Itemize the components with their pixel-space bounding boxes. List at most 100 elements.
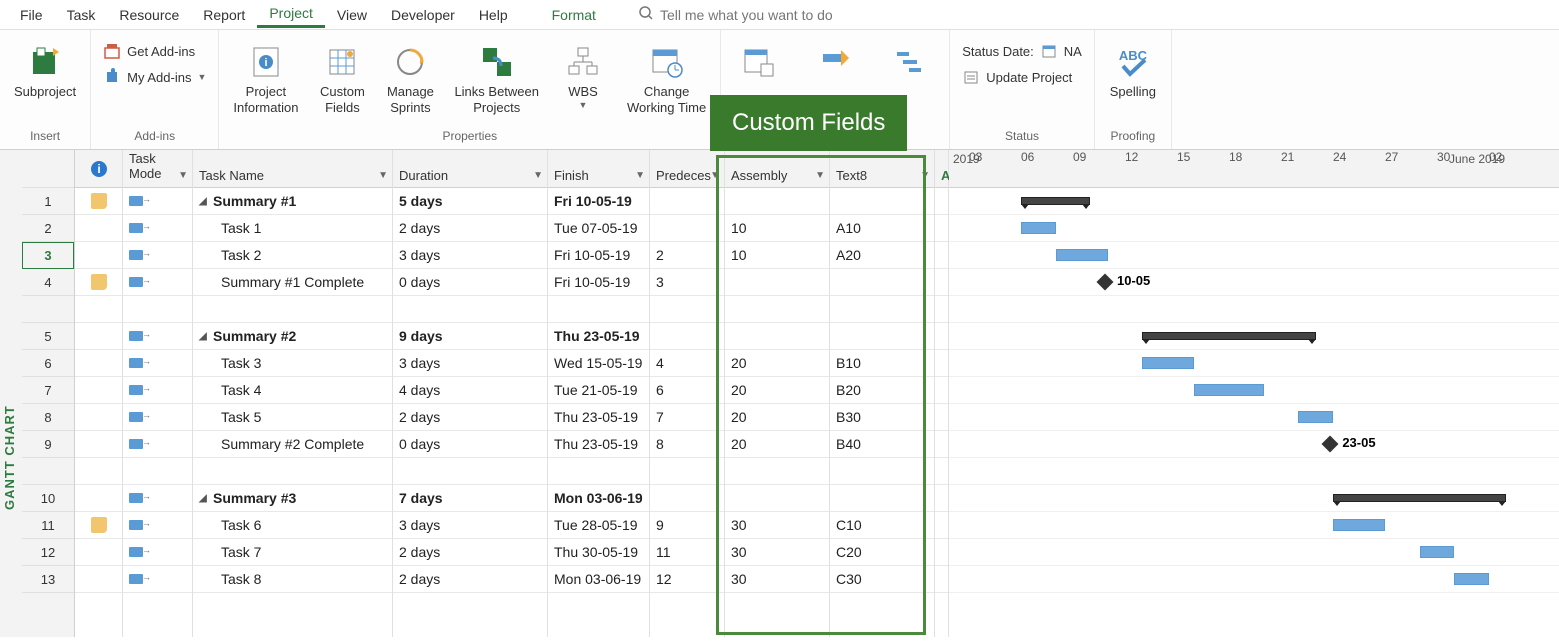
collapse-icon[interactable]: ◢ xyxy=(199,196,209,207)
menu-file[interactable]: File xyxy=(8,3,55,27)
row-number[interactable]: 9 xyxy=(22,431,74,458)
gantt-milestone[interactable] xyxy=(1322,436,1339,453)
gantt-task-bar[interactable] xyxy=(1142,357,1194,369)
duration-cell[interactable]: 3 days xyxy=(393,242,547,269)
task-name-cell[interactable]: ◢Summary #2 xyxy=(193,323,392,350)
gantt-milestone[interactable] xyxy=(1097,274,1114,291)
duration-cell[interactable]: 3 days xyxy=(393,350,547,377)
row-header-corner[interactable] xyxy=(22,150,74,188)
row-number[interactable]: 4 xyxy=(22,269,74,296)
duration-cell[interactable]: 2 days xyxy=(393,404,547,431)
duration-cell[interactable]: 2 days xyxy=(393,539,547,566)
predecessors-cell[interactable]: 4 xyxy=(650,350,724,377)
finish-cell[interactable]: Thu 23-05-19 xyxy=(548,323,649,350)
task-name-cell[interactable]: Task 7 xyxy=(193,539,392,566)
indicator-cell[interactable] xyxy=(75,539,122,566)
task-name-cell[interactable]: Task 8 xyxy=(193,566,392,593)
update-project-button[interactable]: Update Project xyxy=(958,66,1086,88)
indicator-header[interactable]: i xyxy=(75,150,122,188)
finish-cell[interactable]: Fri 10-05-19 xyxy=(548,269,649,296)
gantt-task-bar[interactable] xyxy=(1194,384,1263,396)
indicator-cell[interactable] xyxy=(75,431,122,458)
header-finish[interactable]: Finish▼ xyxy=(548,150,649,188)
gantt-task-bar[interactable] xyxy=(1454,573,1489,585)
gantt-row[interactable] xyxy=(949,485,1559,512)
gantt-task-bar[interactable] xyxy=(1056,249,1108,261)
gantt-row[interactable] xyxy=(949,566,1559,593)
gantt-row[interactable] xyxy=(949,242,1559,269)
row-number[interactable]: 3 xyxy=(22,242,74,269)
assembly-cell[interactable]: 10 xyxy=(725,215,829,242)
row-number[interactable]: 8 xyxy=(22,404,74,431)
row-number[interactable]: 5 xyxy=(22,323,74,350)
header-predecessors[interactable]: Predeces▼ xyxy=(650,150,724,188)
gantt-summary-bar[interactable] xyxy=(1142,332,1315,340)
row-number[interactable]: 2 xyxy=(22,215,74,242)
finish-cell[interactable]: Mon 03-06-19 xyxy=(548,566,649,593)
predecessors-cell[interactable] xyxy=(650,188,724,215)
manage-sprints-button[interactable]: Manage Sprints xyxy=(380,40,440,117)
duration-cell[interactable]: 2 days xyxy=(393,566,547,593)
task-mode-cell[interactable] xyxy=(123,539,192,566)
assembly-cell[interactable] xyxy=(725,188,829,215)
predecessors-cell[interactable]: 3 xyxy=(650,269,724,296)
indicator-cell[interactable] xyxy=(75,404,122,431)
gantt-row[interactable] xyxy=(949,404,1559,431)
assembly-cell[interactable] xyxy=(725,269,829,296)
gantt-row[interactable] xyxy=(949,323,1559,350)
task-mode-cell[interactable] xyxy=(123,188,192,215)
indicator-cell[interactable] xyxy=(75,215,122,242)
task-name-cell[interactable]: ◢Summary #1 xyxy=(193,188,392,215)
links-between-button[interactable]: Links Between Projects xyxy=(448,40,545,117)
extra-cell[interactable] xyxy=(935,215,948,242)
text8-cell[interactable] xyxy=(830,269,934,296)
change-working-time-button[interactable]: Change Working Time xyxy=(621,40,712,117)
text8-cell[interactable]: C10 xyxy=(830,512,934,539)
menu-help[interactable]: Help xyxy=(467,3,520,27)
project-information-button[interactable]: i Project Information xyxy=(227,40,304,117)
row-number[interactable]: 13 xyxy=(22,566,74,593)
task-name-cell[interactable]: Task 6 xyxy=(193,512,392,539)
get-addins-button[interactable]: Get Add-ins xyxy=(99,40,210,62)
predecessors-cell[interactable] xyxy=(650,485,724,512)
header-task-mode[interactable]: Task Mode▼ xyxy=(123,150,192,188)
text8-cell[interactable]: A10 xyxy=(830,215,934,242)
status-date-field[interactable]: Status Date: NA xyxy=(958,40,1086,62)
predecessors-cell[interactable]: 6 xyxy=(650,377,724,404)
task-mode-cell[interactable] xyxy=(123,215,192,242)
row-number[interactable]: 7 xyxy=(22,377,74,404)
assembly-cell[interactable]: 20 xyxy=(725,431,829,458)
text8-cell[interactable]: A20 xyxy=(830,242,934,269)
text8-cell[interactable]: B40 xyxy=(830,431,934,458)
task-name-cell[interactable]: Task 3 xyxy=(193,350,392,377)
indicator-cell[interactable] xyxy=(75,350,122,377)
assembly-cell[interactable]: 20 xyxy=(725,404,829,431)
row-number[interactable]: 1 xyxy=(22,188,74,215)
gantt-summary-bar[interactable] xyxy=(1021,197,1090,205)
task-mode-cell[interactable] xyxy=(123,512,192,539)
task-name-cell[interactable]: Task 4 xyxy=(193,377,392,404)
task-mode-cell[interactable] xyxy=(123,323,192,350)
finish-cell[interactable]: Thu 23-05-19 xyxy=(548,404,649,431)
extra-cell[interactable] xyxy=(935,404,948,431)
text8-cell[interactable]: B30 xyxy=(830,404,934,431)
my-addins-button[interactable]: My Add-ins ▼ xyxy=(99,66,210,88)
gantt-row[interactable] xyxy=(949,215,1559,242)
finish-cell[interactable]: Thu 23-05-19 xyxy=(548,431,649,458)
extra-cell[interactable] xyxy=(935,485,948,512)
text8-cell[interactable]: C20 xyxy=(830,539,934,566)
duration-cell[interactable]: 9 days xyxy=(393,323,547,350)
assembly-cell[interactable] xyxy=(725,323,829,350)
predecessors-cell[interactable]: 11 xyxy=(650,539,724,566)
text8-cell[interactable]: C30 xyxy=(830,566,934,593)
gantt-summary-bar[interactable] xyxy=(1333,494,1506,502)
task-name-cell[interactable]: Summary #2 Complete xyxy=(193,431,392,458)
duration-cell[interactable]: 4 days xyxy=(393,377,547,404)
extra-cell[interactable] xyxy=(935,377,948,404)
finish-cell[interactable]: Thu 30-05-19 xyxy=(548,539,649,566)
custom-fields-button[interactable]: Custom Fields xyxy=(312,40,372,117)
gantt-task-bar[interactable] xyxy=(1333,519,1385,531)
task-mode-cell[interactable] xyxy=(123,269,192,296)
predecessors-cell[interactable] xyxy=(650,215,724,242)
assembly-cell[interactable]: 10 xyxy=(725,242,829,269)
